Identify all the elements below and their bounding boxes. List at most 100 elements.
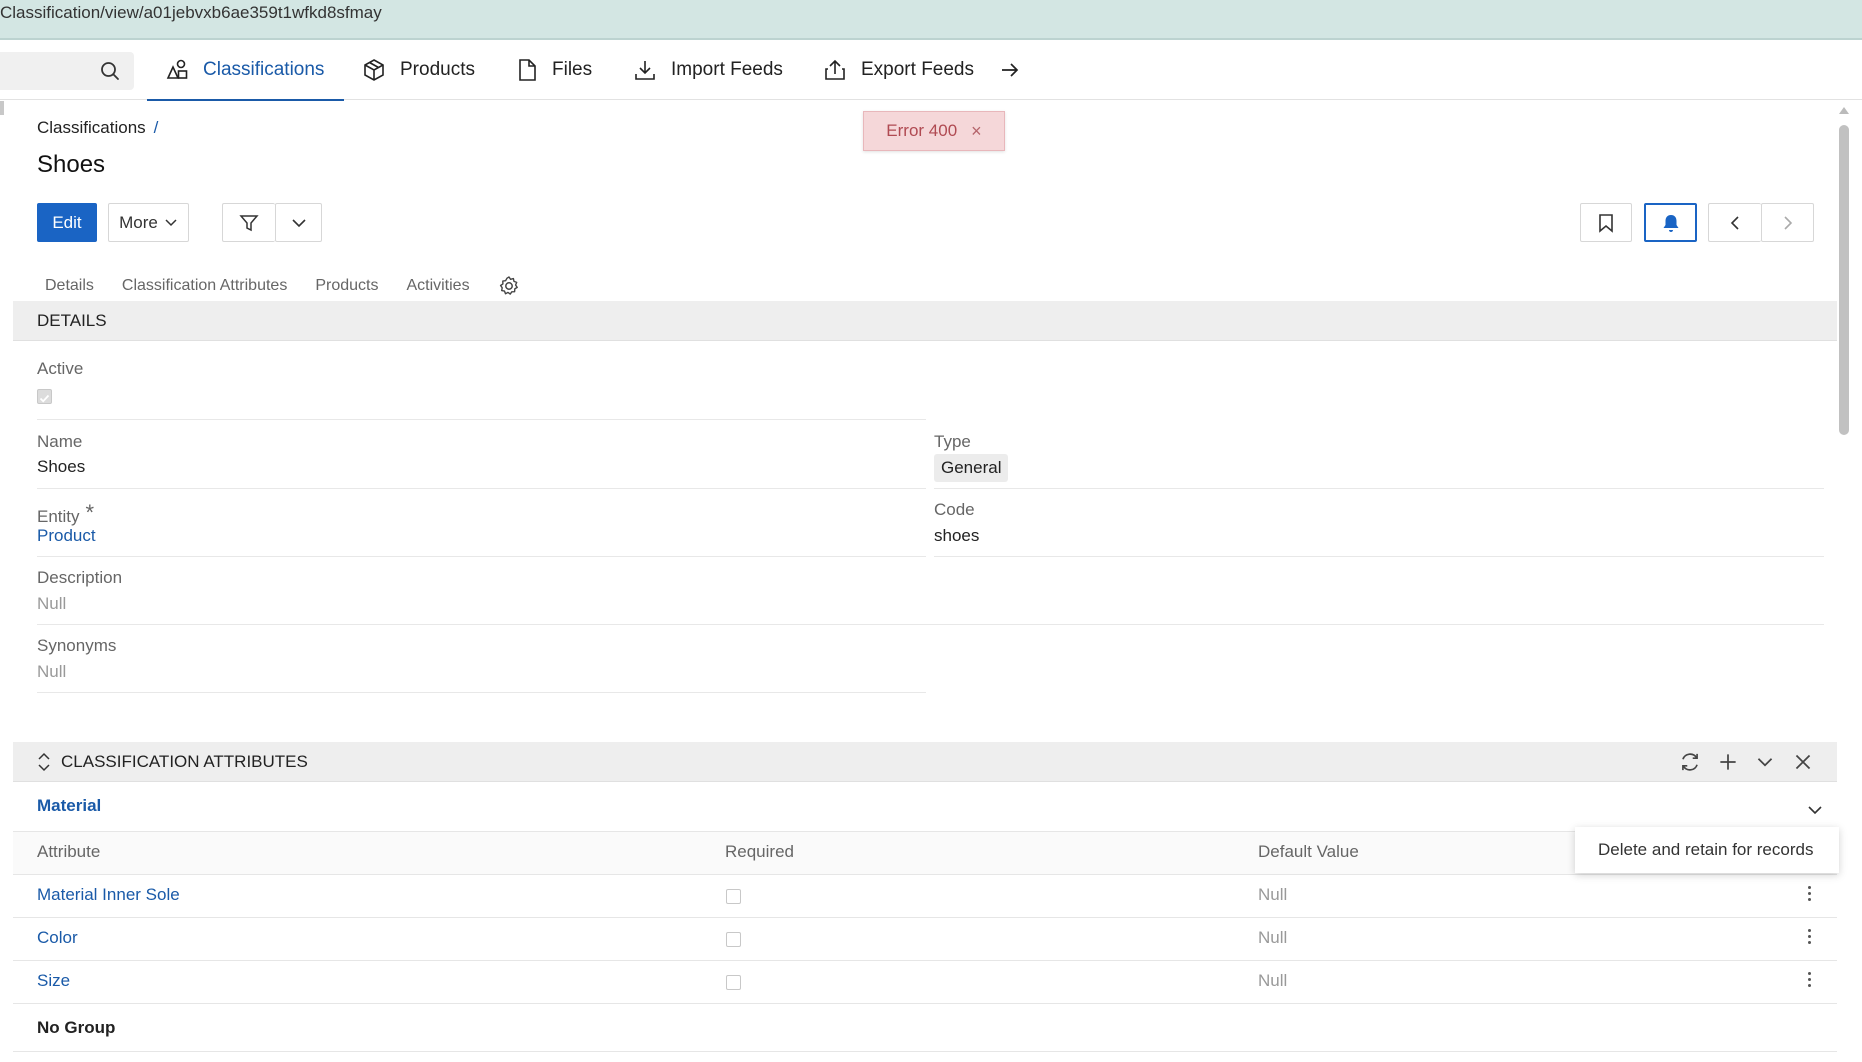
nav-label: Classifications — [203, 59, 325, 80]
description-label: Description — [37, 568, 123, 587]
panel-actions — [1678, 750, 1828, 774]
global-search[interactable] — [0, 52, 134, 90]
group-header-no-group: No Group — [13, 1004, 1837, 1052]
required-checkbox — [726, 932, 741, 947]
table-row: Color Null — [13, 918, 1837, 961]
gear-icon[interactable] — [498, 275, 520, 297]
tab-details[interactable]: Details — [45, 277, 94, 295]
entity-label: Entity * — [37, 500, 95, 526]
box-icon — [364, 59, 384, 81]
record-tabs: Details Classification Attributes Produc… — [45, 271, 520, 301]
bookmark-icon — [1599, 213, 1613, 233]
more-label: More — [119, 212, 158, 232]
close-icon[interactable]: × — [971, 121, 982, 142]
attribute-link[interactable]: Size — [37, 971, 70, 991]
code-value: shoes — [934, 526, 980, 545]
row-menu-icon[interactable] — [1808, 929, 1812, 947]
nav-more-button[interactable] — [1000, 40, 1020, 100]
chevron-left-icon — [1730, 215, 1739, 230]
divider — [37, 556, 926, 557]
attribute-link[interactable]: Color — [37, 928, 78, 948]
close-icon[interactable] — [1791, 750, 1815, 774]
required-checkbox — [726, 889, 741, 904]
chevron-down-icon[interactable] — [1753, 750, 1777, 774]
classification-attributes-heading: CLASSIFICATION ATTRIBUTES — [61, 751, 308, 771]
menu-item-delete-and-retain[interactable]: Delete and retain for records — [1598, 840, 1813, 860]
default-value: Null — [1258, 928, 1288, 947]
entity-link[interactable]: Product — [37, 526, 96, 546]
filter-button[interactable] — [222, 203, 275, 242]
sidebar-edge — [0, 101, 4, 115]
divider — [37, 419, 926, 420]
search-icon[interactable] — [100, 61, 120, 81]
page-scrollbar[interactable] — [1838, 101, 1850, 1062]
address-bar[interactable]: Classification/view/a01jebvxb6ae359t1wfk… — [0, 0, 1862, 40]
required-asterisk: * — [85, 500, 95, 525]
bell-icon — [1663, 214, 1678, 232]
active-label: Active — [37, 359, 84, 378]
chevron-down-icon — [165, 218, 177, 226]
arrow-right-icon — [1002, 63, 1019, 77]
collapse-toggle-icon[interactable] — [37, 752, 51, 772]
nav-export-feeds[interactable]: Export Feeds — [823, 40, 974, 100]
chevron-down-icon[interactable] — [1807, 802, 1823, 818]
upload-icon — [825, 59, 845, 80]
row-menu-icon[interactable] — [1808, 972, 1812, 990]
follow-button[interactable] — [1644, 203, 1697, 242]
file-icon — [519, 59, 536, 81]
nav-label: Products — [400, 59, 475, 80]
breadcrumb: Classifications / — [37, 118, 158, 138]
row-menu-icon[interactable] — [1808, 886, 1812, 904]
synonyms-label: Synonyms — [37, 636, 117, 655]
tab-activities[interactable]: Activities — [406, 277, 469, 295]
tab-classification-attributes[interactable]: Classification Attributes — [122, 277, 287, 295]
plus-icon[interactable] — [1716, 750, 1740, 774]
nav-import-feeds[interactable]: Import Feeds — [633, 40, 783, 100]
edit-button[interactable]: Edit — [37, 203, 97, 242]
nav-label: Export Feeds — [861, 59, 974, 80]
scroll-thumb[interactable] — [1839, 125, 1849, 435]
required-checkbox — [726, 975, 741, 990]
default-value: Null — [1258, 971, 1288, 990]
tab-products[interactable]: Products — [315, 277, 378, 295]
group-header-material[interactable]: Material — [13, 782, 1837, 832]
divider — [37, 488, 926, 489]
filter-dropdown-button[interactable] — [275, 203, 322, 242]
active-checkbox — [37, 389, 52, 404]
record-view: Classifications / Shoes Error 400 × Edit … — [13, 101, 1839, 1062]
download-icon — [635, 61, 655, 80]
attribute-link[interactable]: Material Inner Sole — [37, 885, 180, 905]
more-actions-button[interactable]: More — [108, 203, 189, 242]
divider — [37, 624, 1824, 625]
chevron-right-icon — [1783, 215, 1792, 230]
classification-attributes-section-header: CLASSIFICATION ATTRIBUTES — [13, 742, 1837, 782]
nav-products[interactable]: Products — [362, 40, 475, 100]
nav-label: Files — [552, 59, 593, 80]
group-name: Material — [37, 796, 102, 815]
refresh-icon[interactable] — [1678, 750, 1702, 774]
name-value: Shoes — [37, 457, 86, 476]
details-heading: DETAILS — [37, 310, 107, 330]
synonyms-value: Null — [37, 662, 67, 681]
table-header-row: Attribute Required Default Value — [13, 832, 1837, 875]
nav-files[interactable]: Files — [516, 40, 592, 100]
bookmark-button[interactable] — [1580, 203, 1632, 242]
divider — [934, 556, 1824, 557]
column-required: Required — [725, 842, 794, 861]
description-value: Null — [37, 594, 67, 613]
filter-icon — [239, 214, 259, 231]
divider — [37, 692, 926, 693]
column-attribute: Attribute — [37, 842, 101, 861]
breadcrumb-link-classifications[interactable]: Classifications — [37, 118, 146, 137]
classifications-icon — [166, 59, 188, 79]
nav-classifications[interactable]: Classifications — [147, 40, 344, 102]
chevron-down-icon — [291, 218, 306, 227]
scroll-up-arrow[interactable] — [1839, 107, 1849, 114]
next-record-button[interactable] — [1761, 203, 1814, 242]
breadcrumb-separator: / — [153, 118, 159, 137]
type-label: Type — [934, 432, 971, 451]
name-label: Name — [37, 432, 83, 451]
previous-record-button[interactable] — [1708, 203, 1761, 242]
nav-label: Import Feeds — [671, 59, 783, 80]
page-title: Shoes — [37, 151, 106, 178]
